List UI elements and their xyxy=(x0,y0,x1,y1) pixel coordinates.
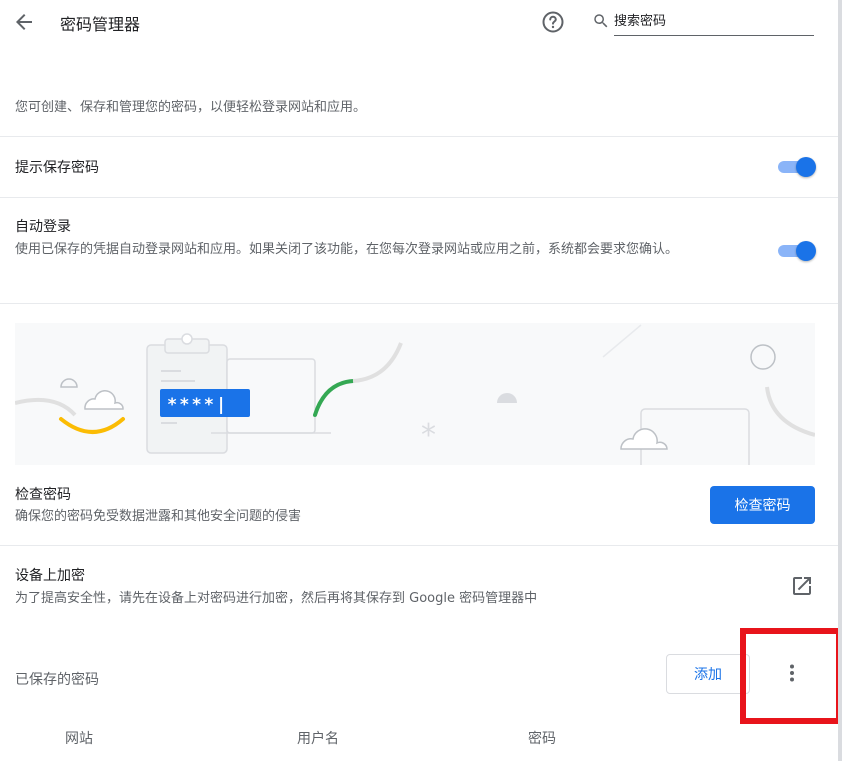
offer-to-save-label: 提示保存密码 xyxy=(15,160,99,176)
check-passwords-label: 检查密码 xyxy=(15,487,71,503)
page-title: 密码管理器 xyxy=(60,15,141,34)
on-device-encryption-description: 为了提高安全性，请先在设备上对密码进行加密，然后再将其保存到 Google 密码… xyxy=(15,591,538,606)
auto-signin-toggle[interactable] xyxy=(776,239,816,263)
auto-signin-description: 使用已保存的凭据自动登录网站和应用。如果关闭了该功能，在您每次登录网站或应用之前… xyxy=(15,242,679,257)
more-actions-icon[interactable] xyxy=(780,661,804,685)
column-header-password: 密码 xyxy=(528,731,556,747)
search-icon xyxy=(592,12,610,30)
offer-to-save-toggle[interactable] xyxy=(776,155,816,179)
password-manager-page: 密码管理器 您可创建、保存和管理您的密码，以便轻松登录网站和应用。 提示保存密码… xyxy=(0,0,842,761)
column-header-website: 网站 xyxy=(65,731,93,747)
password-mask-text: ****| xyxy=(167,395,228,415)
on-device-encryption-label: 设备上加密 xyxy=(15,568,85,584)
saved-passwords-title: 已保存的密码 xyxy=(15,672,99,688)
svg-text:*: * xyxy=(421,418,436,453)
check-passwords-button[interactable]: 检查密码 xyxy=(710,486,815,524)
divider xyxy=(0,136,838,137)
add-password-button[interactable]: 添加 xyxy=(666,654,750,694)
toggle-knob xyxy=(796,241,816,261)
auto-signin-label: 自动登录 xyxy=(15,219,71,235)
open-in-new-icon[interactable] xyxy=(790,574,814,598)
search-box xyxy=(590,8,816,38)
divider xyxy=(0,303,838,304)
help-icon[interactable] xyxy=(541,10,565,34)
column-header-username: 用户名 xyxy=(297,731,339,747)
divider xyxy=(0,197,838,198)
check-passwords-description: 确保您的密码免受数据泄露和其他安全问题的侵害 xyxy=(15,509,302,524)
intro-text: 您可创建、保存和管理您的密码，以便轻松登录网站和应用。 xyxy=(15,100,367,115)
search-input[interactable] xyxy=(614,8,814,36)
scrollbar-track[interactable] xyxy=(838,0,842,761)
toggle-knob xyxy=(796,157,816,177)
back-arrow-icon[interactable] xyxy=(12,10,36,34)
divider xyxy=(0,545,838,546)
password-checkup-illustration: ****| * xyxy=(15,323,815,465)
